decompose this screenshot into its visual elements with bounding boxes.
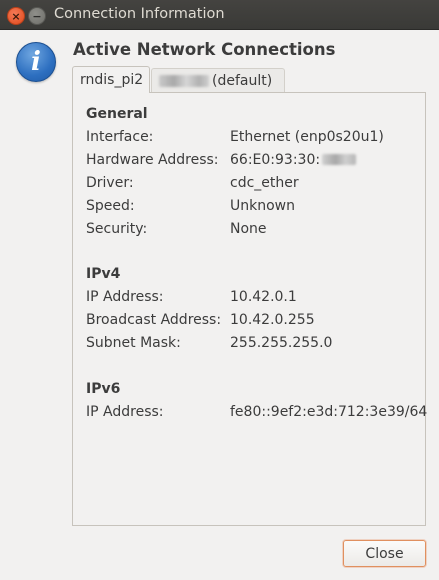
ipv6-address-value: fe80::9ef2:e3d:712:3e39/64 xyxy=(230,404,428,420)
security-value: None xyxy=(230,221,267,237)
driver-value: cdc_ether xyxy=(230,175,299,191)
tab-rndis-pi2[interactable]: rndis_pi2 xyxy=(72,66,150,93)
hardware-address-label: Hardware Address: xyxy=(86,152,219,168)
tab-label: (default) xyxy=(212,72,273,89)
ipv4-address-label: IP Address: xyxy=(86,289,164,305)
redacted-connection-name xyxy=(159,74,209,87)
interface-value: Ethernet (enp0s20u1) xyxy=(230,129,384,145)
window-title: Connection Information xyxy=(54,6,225,22)
ipv4-address-value: 10.42.0.1 xyxy=(230,289,297,305)
close-button-label: Close xyxy=(365,545,404,562)
section-title-ipv4: IPv4 xyxy=(86,266,121,282)
close-button[interactable]: Close xyxy=(343,540,426,567)
speed-value: Unknown xyxy=(230,198,295,214)
security-label: Security: xyxy=(86,221,148,237)
hardware-address-text: 66:E0:93:30: xyxy=(230,152,321,168)
ipv6-address-label: IP Address: xyxy=(86,404,164,420)
broadcast-address-label: Broadcast Address: xyxy=(86,312,222,328)
dialog-heading: Active Network Connections xyxy=(73,40,336,59)
tab-default-connection[interactable]: (default) xyxy=(151,68,285,92)
section-title-ipv6: IPv6 xyxy=(86,381,121,397)
title-bar: × − Connection Information xyxy=(0,0,439,30)
subnet-mask-label: Subnet Mask: xyxy=(86,335,181,351)
interface-label: Interface: xyxy=(86,129,154,145)
hardware-address-value: 66:E0:93:30: xyxy=(230,152,357,168)
tab-label: rndis_pi2 xyxy=(80,72,144,88)
section-title-general: General xyxy=(86,106,148,122)
driver-label: Driver: xyxy=(86,175,134,191)
subnet-mask-value: 255.255.255.0 xyxy=(230,335,333,351)
redacted-mac-suffix xyxy=(322,154,357,165)
window-close-icon[interactable]: × xyxy=(7,7,25,25)
broadcast-address-value: 10.42.0.255 xyxy=(230,312,315,328)
window-minimize-icon[interactable]: − xyxy=(28,7,46,25)
connection-details-panel: General Interface: Ethernet (enp0s20u1) … xyxy=(72,92,428,526)
speed-label: Speed: xyxy=(86,198,135,214)
info-icon: i xyxy=(16,42,56,82)
